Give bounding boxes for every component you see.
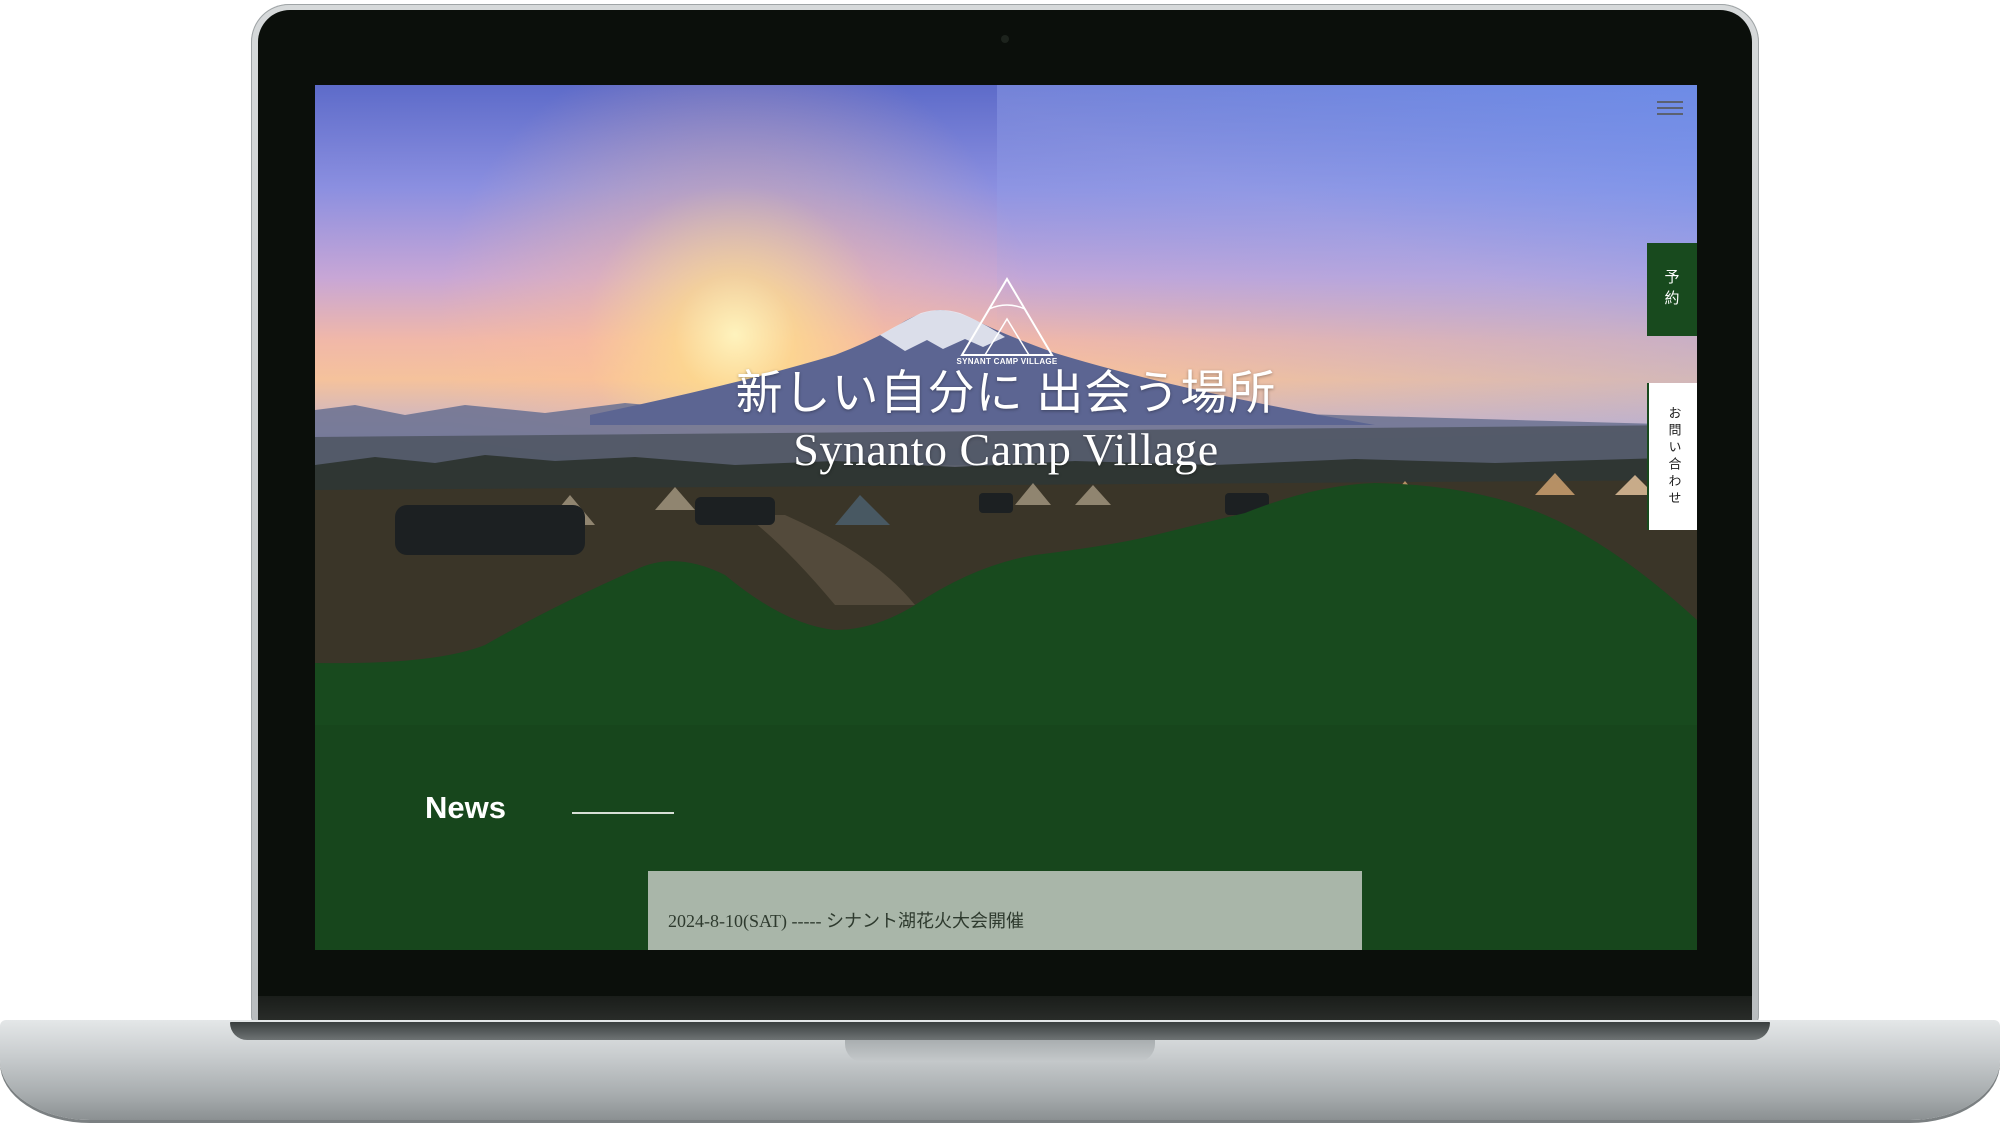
contact-tab[interactable]: お問い合わせ: [1647, 383, 1697, 530]
laptop-keyboard-edge: [230, 1022, 1770, 1040]
mountain-logo-icon: [960, 277, 1054, 356]
news-heading: News: [425, 790, 506, 825]
website-screen: SYNANT CAMP VILLAGE 新しい自分に 出会う場所 Synanto…: [315, 85, 1697, 950]
hero-landscape: [315, 310, 1697, 950]
hero-title-en: Synanto Camp Village: [793, 424, 1219, 475]
news-item[interactable]: 2024-8-10(SAT) ----- シナント湖花火大会開催: [668, 907, 1024, 933]
camera-icon: [1001, 35, 1009, 43]
reserve-tab[interactable]: 予約: [1647, 243, 1697, 336]
laptop-hinge: [258, 996, 1752, 1022]
hero-title-jp: 新しい自分に 出会う場所: [735, 368, 1277, 420]
laptop-notch: [845, 1040, 1155, 1062]
logo-text: SYNANT CAMP VILLAGE: [956, 357, 1058, 366]
laptop-mockup: SYNANT CAMP VILLAGE 新しい自分に 出会う場所 Synanto…: [0, 0, 2000, 1131]
news-list: 2024-8-10(SAT) ----- シナント湖花火大会開催: [648, 871, 1362, 950]
hamburger-menu-icon[interactable]: [1657, 97, 1683, 119]
hero-title: 新しい自分に 出会う場所 Synanto Camp Village: [615, 367, 1397, 479]
news-divider: [572, 812, 674, 814]
